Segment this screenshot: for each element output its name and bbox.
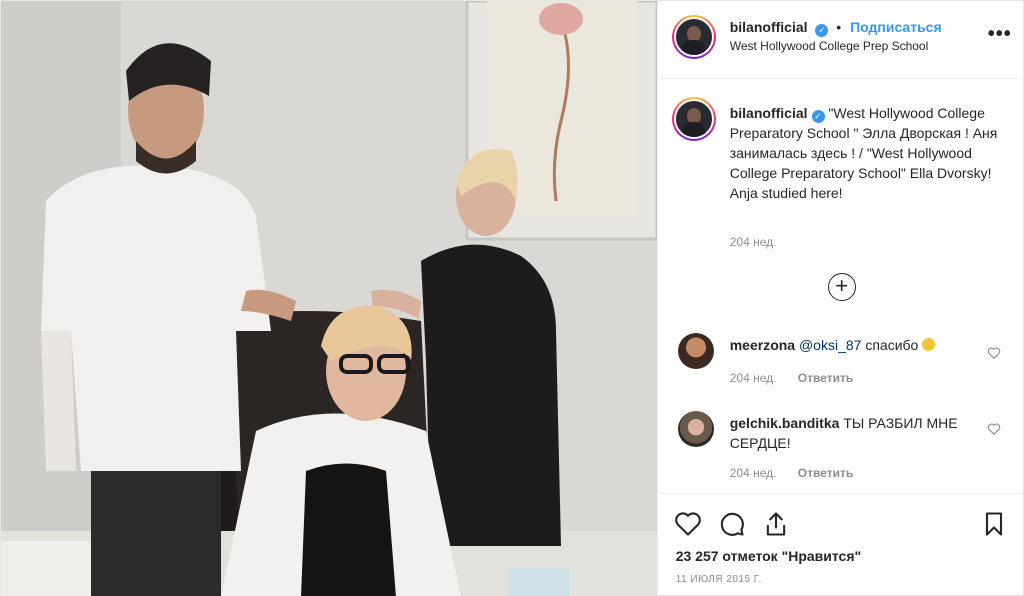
comment-item: meerzona @oksi_87 спасибо [730, 335, 970, 355]
post-header: bilanofficial ✓ • Подписаться West Holly… [657, 1, 1024, 79]
comment-item: gelchik.banditka ТЫ РАЗБИЛ МНЕ СЕРДЦЕ! [730, 413, 970, 453]
commenter-avatar[interactable] [677, 333, 714, 369]
comment-meta: 204 нед. Ответить [730, 466, 854, 480]
author-line: bilanofficial ✓ • Подписаться [730, 19, 942, 37]
comment-like-icon[interactable] [987, 422, 1001, 436]
post-actions: 23 257 отметок "Нравится" 11 ИЮЛЯ 2015 Г… [657, 493, 1024, 596]
reply-button[interactable]: Ответить [798, 466, 853, 480]
heart-icon[interactable] [674, 510, 702, 538]
caption-timestamp: 204 нед. [729, 235, 777, 249]
more-options-icon[interactable]: ••• [988, 23, 1012, 46]
comment-mention[interactable]: @oksi_87 [799, 337, 861, 353]
comment-username[interactable]: meerzona [730, 337, 795, 353]
verified-badge-icon: ✓ [815, 24, 829, 37]
verified-badge-icon: ✓ [811, 110, 825, 123]
comment-username[interactable]: gelchik.banditka [730, 415, 840, 431]
comment-timestamp: 204 нед. [729, 466, 777, 480]
caption-author-avatar[interactable] [671, 97, 716, 141]
follow-button[interactable]: Подписаться [850, 19, 942, 35]
post-date: 11 ИЮЛЯ 2015 Г. [675, 574, 762, 585]
post-side-panel: bilanofficial ✓ • Подписаться West Holly… [656, 1, 1024, 596]
location-link[interactable]: West Hollywood College Prep School [730, 39, 929, 53]
instagram-post: bilanofficial ✓ • Подписаться West Holly… [0, 0, 1024, 596]
comment-timestamp: 204 нед. [729, 371, 777, 385]
post-photo[interactable] [1, 1, 657, 596]
load-more-comments-button[interactable]: + [827, 273, 856, 301]
author-username[interactable]: bilanofficial [730, 19, 808, 35]
comment-meta: 204 нед. Ответить [730, 371, 854, 385]
share-icon[interactable] [762, 510, 790, 538]
post-caption: bilanofficial ✓ "West Hollywood College P… [730, 103, 1000, 203]
commenter-avatar[interactable] [677, 411, 714, 447]
smile-emoji-icon [922, 338, 936, 351]
post-photo-image [1, 1, 657, 596]
reply-button[interactable]: Ответить [798, 371, 853, 385]
likes-count[interactable]: 23 257 отметок "Нравится" [676, 548, 861, 564]
caption-username[interactable]: bilanofficial [730, 105, 808, 121]
author-avatar[interactable] [671, 15, 716, 59]
comment-icon[interactable] [718, 510, 746, 538]
separator-dot: • [836, 19, 842, 35]
comment-text: спасибо [865, 337, 919, 353]
bookmark-icon[interactable] [980, 510, 1008, 538]
comment-like-icon[interactable] [987, 346, 1001, 360]
